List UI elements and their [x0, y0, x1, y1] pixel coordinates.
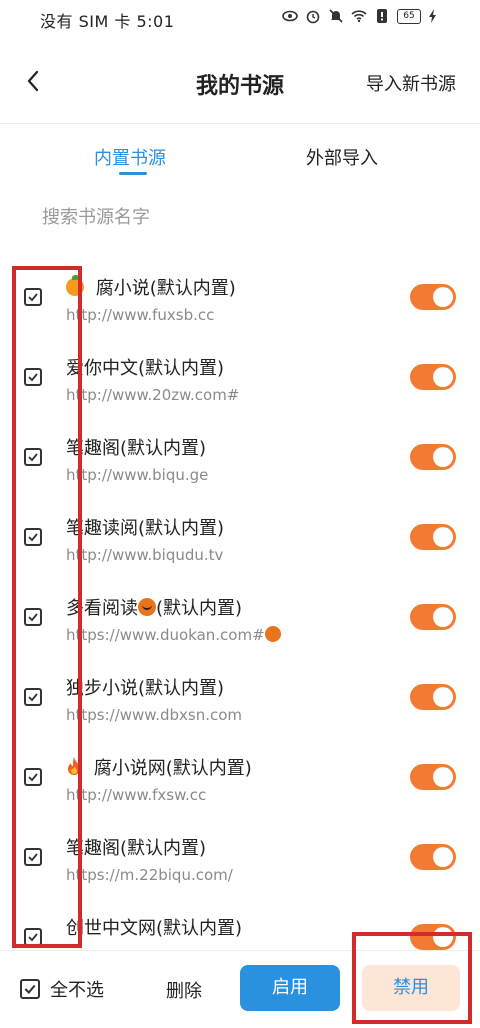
enable-button[interactable]: 启用	[240, 965, 340, 1011]
item-checkbox[interactable]	[24, 448, 42, 466]
list-item: 笔趣阁(默认内置) https://m.22biqu.com/	[0, 818, 480, 898]
source-title: 创世中文网(默认内置)	[66, 918, 243, 939]
item-checkbox[interactable]	[24, 608, 42, 626]
source-title-text: 多看阅读	[66, 598, 138, 619]
source-title: 独步小说(默认内置)	[66, 678, 225, 699]
bottom-action-bar: 全不选 删除 启用 禁用	[0, 950, 480, 1028]
alarm-icon	[305, 8, 321, 24]
source-title: 腐小说(默认内置)	[66, 274, 236, 300]
source-title: 腐小说网(默认内置)	[66, 754, 252, 781]
active-tab-indicator	[119, 172, 147, 175]
select-all-toggle[interactable]: 全不选	[20, 976, 104, 1002]
header: 我的书源 导入新书源	[0, 52, 480, 112]
import-new-source-button[interactable]: 导入新书源	[366, 70, 456, 96]
pumpkin-icon	[138, 598, 156, 616]
item-checkbox[interactable]	[24, 688, 42, 706]
tab-builtin-sources[interactable]: 内置书源	[94, 144, 166, 170]
source-url: http://www.biqudu.tv	[66, 546, 224, 564]
item-checkbox[interactable]	[24, 768, 42, 786]
source-title: 多看阅读 (默认内置)	[66, 594, 242, 620]
status-bar: 没有 SIM 卡 5:01 65	[0, 0, 480, 38]
source-url: https://www.duokan.com#	[66, 626, 281, 644]
list-item: 多看阅读 (默认内置) https://www.duokan.com#	[0, 578, 480, 658]
source-toggle[interactable]	[410, 524, 456, 550]
source-url-text: https://www.duokan.com#	[66, 626, 265, 644]
source-url: https://m.22biqu.com/	[66, 866, 233, 884]
list-item: 腐小说(默认内置) http://www.fuxsb.cc	[0, 258, 480, 338]
source-toggle[interactable]	[410, 364, 456, 390]
search-input[interactable]	[42, 202, 442, 232]
select-all-checkbox[interactable]	[20, 979, 40, 999]
source-url: http://www.fxsw.cc	[66, 786, 207, 804]
source-title-text: 腐小说(默认内置)	[95, 278, 236, 299]
source-toggle[interactable]	[410, 924, 456, 950]
source-title-suffix: (默认内置)	[156, 598, 243, 619]
disable-button[interactable]: 禁用	[362, 965, 460, 1011]
tab-bar: 内置书源 外部导入	[0, 140, 480, 180]
item-checkbox[interactable]	[24, 368, 42, 386]
list-item: 腐小说网(默认内置) http://www.fxsw.cc	[0, 738, 480, 818]
source-title-text: 腐小说网(默认内置)	[93, 758, 252, 779]
select-all-label: 全不选	[50, 980, 104, 1001]
source-toggle[interactable]	[410, 764, 456, 790]
tab-external-import[interactable]: 外部导入	[306, 144, 378, 170]
source-url: http://www.fuxsb.cc	[66, 306, 215, 324]
item-checkbox[interactable]	[24, 528, 42, 546]
fire-icon	[66, 756, 82, 781]
item-checkbox[interactable]	[24, 288, 42, 306]
source-url: http://www.biqu.ge	[66, 466, 209, 484]
source-toggle[interactable]	[410, 684, 456, 710]
source-url: http://www.20zw.com#	[66, 386, 240, 404]
source-url: https://www.dbxsn.com	[66, 706, 243, 724]
notification-icon	[374, 8, 390, 24]
item-checkbox[interactable]	[24, 928, 42, 946]
pumpkin-icon	[264, 626, 281, 642]
charging-icon	[428, 8, 444, 24]
source-toggle[interactable]	[410, 844, 456, 870]
list-item: 笔趣阁(默认内置) http://www.biqu.ge	[0, 418, 480, 498]
source-toggle[interactable]	[410, 444, 456, 470]
mute-icon	[328, 8, 344, 24]
tangerine-icon	[66, 275, 84, 296]
source-title: 爱你中文(默认内置)	[66, 358, 225, 379]
battery-icon: 65	[397, 8, 421, 24]
status-icons: 65	[282, 8, 444, 24]
source-toggle[interactable]	[410, 284, 456, 310]
list-item: 爱你中文(默认内置) http://www.20zw.com#	[0, 338, 480, 418]
list-item: 笔趣读阅(默认内置) http://www.biqudu.tv	[0, 498, 480, 578]
wifi-icon	[351, 8, 367, 24]
status-carrier-time: 没有 SIM 卡 5:01	[40, 12, 175, 31]
item-checkbox[interactable]	[24, 848, 42, 866]
eye-icon	[282, 8, 298, 24]
source-title: 笔趣阁(默认内置)	[66, 438, 207, 459]
delete-button[interactable]: 删除	[166, 977, 202, 1003]
list-item: 独步小说(默认内置) https://www.dbxsn.com	[0, 658, 480, 738]
source-title: 笔趣阁(默认内置)	[66, 838, 207, 859]
source-toggle[interactable]	[410, 604, 456, 630]
header-divider	[0, 123, 480, 124]
source-title: 笔趣读阅(默认内置)	[66, 518, 225, 539]
